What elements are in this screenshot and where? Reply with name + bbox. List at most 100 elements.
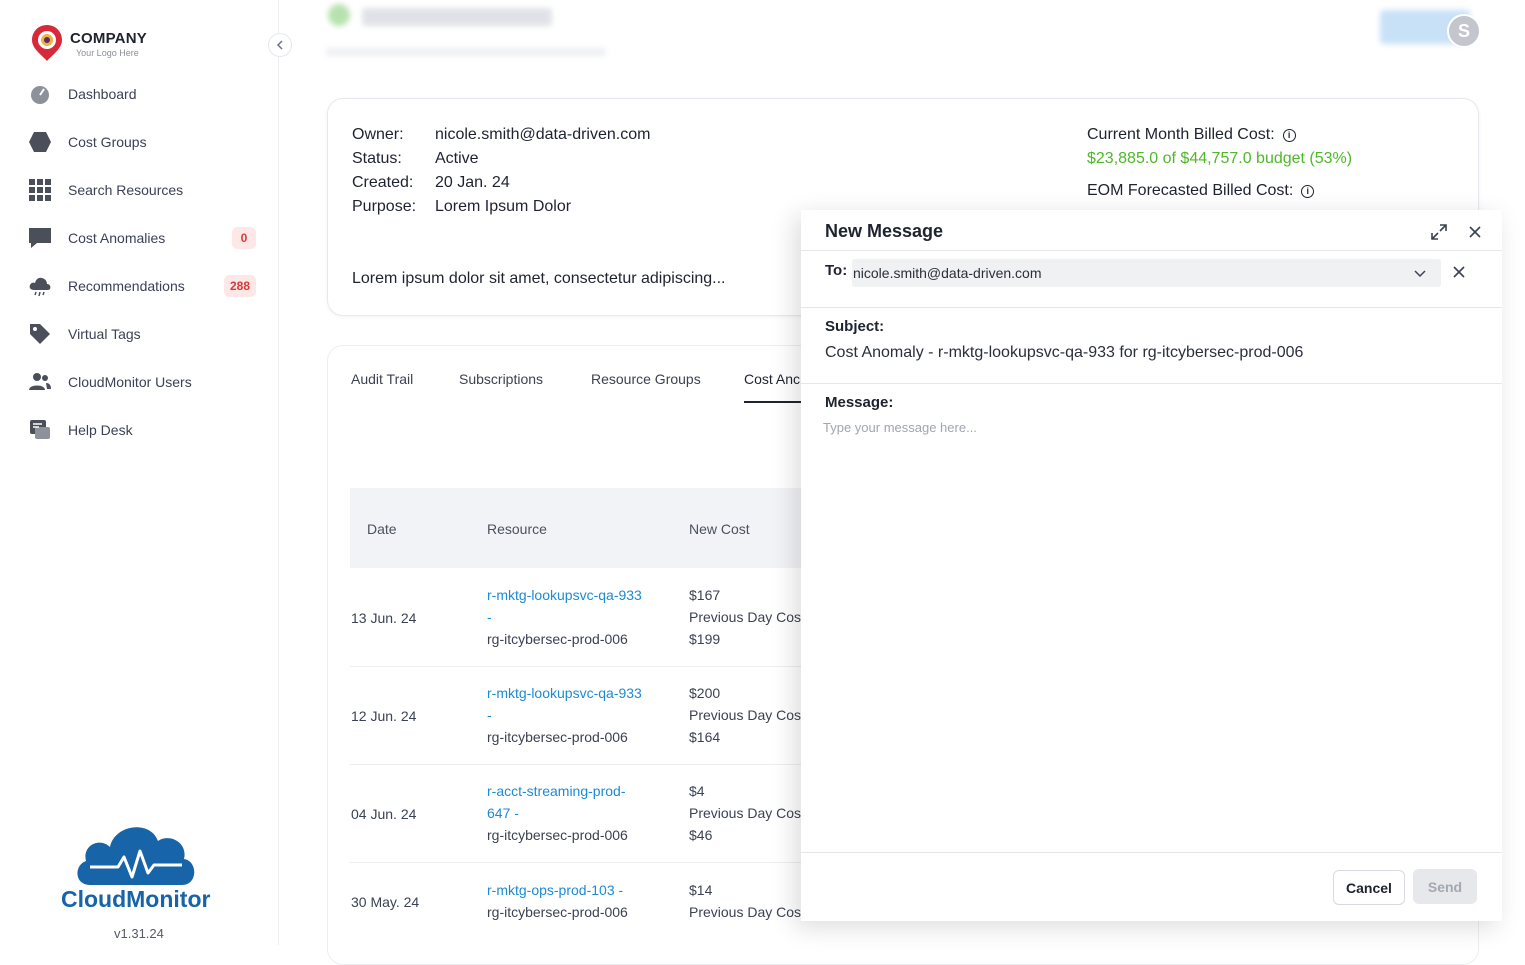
- column-header-resource[interactable]: Resource: [487, 521, 547, 537]
- tab-cost-anomalies[interactable]: Cost Anc: [744, 371, 800, 387]
- sidebar-item-label: Dashboard: [68, 86, 137, 102]
- sidebar-item-search-resources[interactable]: Search Resources: [28, 175, 258, 205]
- previous-cost-label: Previous Day Cos: [689, 707, 801, 723]
- cloud-icon: [28, 274, 52, 298]
- sidebar-item-cost-groups[interactable]: Cost Groups: [28, 127, 258, 157]
- new-cost-value: $200: [689, 685, 721, 701]
- chevron-down-icon: [1414, 270, 1426, 278]
- purpose-row: Purpose: Lorem Ipsum Dolor: [352, 198, 571, 216]
- purpose-label: Purpose:: [352, 198, 417, 215]
- divider: [801, 383, 1502, 384]
- new-cost-value: $14: [689, 882, 713, 898]
- anomalies-count-badge: 0: [232, 227, 256, 249]
- current-cost-value: $23,885.0 of $44,757.0 budget (53%): [1087, 150, 1353, 167]
- new-cost-value: $167: [689, 587, 721, 603]
- column-header-new-cost[interactable]: New Cost: [689, 521, 750, 537]
- created-row: Created: 20 Jan. 24: [352, 174, 510, 192]
- helpdesk-icon: [28, 418, 52, 442]
- resource-link[interactable]: r-mktg-ops-prod-103 -: [487, 879, 677, 901]
- resource-link[interactable]: r-mktg-lookupsvc-qa-933: [487, 584, 677, 606]
- table-row-resource: r-mktg-lookupsvc-qa-933 - rg-itcybersec-…: [487, 682, 677, 748]
- eom-cost-label-row: EOM Forecasted Billed Cost: i: [1087, 182, 1315, 200]
- sidebar-item-help-desk[interactable]: Help Desk: [28, 415, 258, 445]
- resource-link[interactable]: r-acct-streaming-prod-: [487, 780, 677, 802]
- divider: [801, 307, 1502, 308]
- recommendations-count-badge: 288: [223, 275, 256, 297]
- message-label: Message:: [825, 394, 894, 411]
- column-header-date[interactable]: Date: [367, 521, 397, 537]
- cloudmonitor-logo-icon: [77, 827, 195, 885]
- new-message-dialog: New Message To: nicole.smith@data-driven…: [801, 210, 1502, 921]
- resource-link-cont[interactable]: -: [487, 606, 677, 628]
- breadcrumb-placeholder: [326, 48, 606, 56]
- send-button[interactable]: Send: [1413, 869, 1477, 904]
- resource-group: rg-itcybersec-prod-006: [487, 904, 628, 920]
- row-date: 12 Jun. 24: [351, 708, 417, 724]
- sidebar-item-label: Cost Anomalies: [68, 230, 166, 246]
- grid-icon: [28, 178, 52, 202]
- page-header-blurred: [326, 0, 1496, 70]
- previous-cost-label: Previous Day Cos: [689, 904, 801, 920]
- purpose-value: Lorem Ipsum Dolor: [435, 198, 572, 215]
- table-row-resource: r-mktg-lookupsvc-qa-933 - rg-itcybersec-…: [487, 584, 677, 650]
- avatar[interactable]: S: [1447, 14, 1481, 48]
- active-tab-indicator: [744, 401, 804, 403]
- current-cost-label-row: Current Month Billed Cost: i: [1087, 126, 1296, 144]
- sidebar-item-label: Search Resources: [68, 182, 184, 198]
- company-logo[interactable]: COMPANY Your Logo Here: [30, 24, 190, 64]
- created-label: Created:: [352, 174, 414, 191]
- info-icon[interactable]: i: [1301, 185, 1315, 198]
- row-divider: [350, 764, 810, 765]
- product-name: CloudMonitor: [61, 886, 211, 912]
- close-icon[interactable]: [1465, 222, 1485, 242]
- sidebar-item-virtual-tags[interactable]: Virtual Tags: [28, 319, 258, 349]
- new-cost-value: $4: [689, 783, 705, 799]
- resource-link-cont[interactable]: -: [487, 704, 677, 726]
- tab-subscriptions[interactable]: Subscriptions: [459, 371, 543, 387]
- eom-cost-label: EOM Forecasted Billed Cost:: [1087, 182, 1294, 199]
- tab-resource-groups[interactable]: Resource Groups: [591, 371, 701, 387]
- chat-icon: [28, 226, 52, 250]
- clear-recipient-icon[interactable]: [1451, 264, 1467, 280]
- subject-value[interactable]: Cost Anomaly - r-mktg-lookupsvc-qa-933 f…: [825, 344, 1303, 362]
- table-row-cost: $200 Previous Day Cos $164: [689, 682, 801, 748]
- sidebar-item-label: Cost Groups: [68, 134, 147, 150]
- tab-audit-trail[interactable]: Audit Trail: [351, 371, 413, 387]
- owner-value: nicole.smith@data-driven.com: [435, 126, 651, 143]
- brand-name: COMPANY: [70, 30, 147, 47]
- status-row: Status: Active: [352, 150, 479, 168]
- sidebar-item-cost-anomalies[interactable]: Cost Anomalies 0: [28, 223, 258, 253]
- table-row-resource: r-mktg-ops-prod-103 - rg-itcybersec-prod…: [487, 879, 677, 923]
- owner-row: Owner: nicole.smith@data-driven.com: [352, 126, 650, 144]
- chevron-left-icon: [276, 40, 283, 50]
- info-icon[interactable]: i: [1282, 129, 1296, 142]
- resource-group: rg-itcybersec-prod-006: [487, 631, 628, 647]
- created-value: 20 Jan. 24: [435, 174, 510, 191]
- status-label: Status:: [352, 150, 402, 167]
- expand-icon[interactable]: [1429, 222, 1449, 242]
- brand-tagline: Your Logo Here: [76, 48, 139, 58]
- previous-cost-value: $46: [689, 827, 713, 843]
- sidebar: COMPANY Your Logo Here Dashboard Cost Gr…: [0, 0, 279, 945]
- resource-link[interactable]: r-mktg-lookupsvc-qa-933: [487, 682, 677, 704]
- previous-cost-value: $199: [689, 631, 721, 647]
- dialog-title: New Message: [825, 221, 944, 241]
- sidebar-item-dashboard[interactable]: Dashboard: [28, 79, 258, 109]
- status-dot-icon: [328, 4, 350, 26]
- application-description: Lorem ipsum dolor sit amet, consectetur …: [352, 270, 726, 287]
- sidebar-item-label: Recommendations: [68, 278, 185, 294]
- resource-link-cont[interactable]: 647 -: [487, 802, 677, 824]
- recipient-select[interactable]: nicole.smith@data-driven.com: [852, 259, 1441, 287]
- owner-label: Owner:: [352, 126, 404, 143]
- subject-label: Subject:: [825, 318, 885, 335]
- previous-cost-value: $164: [689, 729, 721, 745]
- collapse-sidebar-button[interactable]: [268, 33, 292, 57]
- sidebar-item-cloudmonitor-users[interactable]: CloudMonitor Users: [28, 367, 258, 397]
- recipient-value: nicole.smith@data-driven.com: [853, 265, 1042, 281]
- message-textarea[interactable]: [823, 420, 1478, 840]
- hexagon-icon: [28, 130, 52, 154]
- row-date: 13 Jun. 24: [351, 610, 417, 626]
- location-pin-logo-icon: [32, 25, 62, 61]
- sidebar-item-recommendations[interactable]: Recommendations 288: [28, 271, 258, 301]
- cancel-button[interactable]: Cancel: [1333, 870, 1405, 905]
